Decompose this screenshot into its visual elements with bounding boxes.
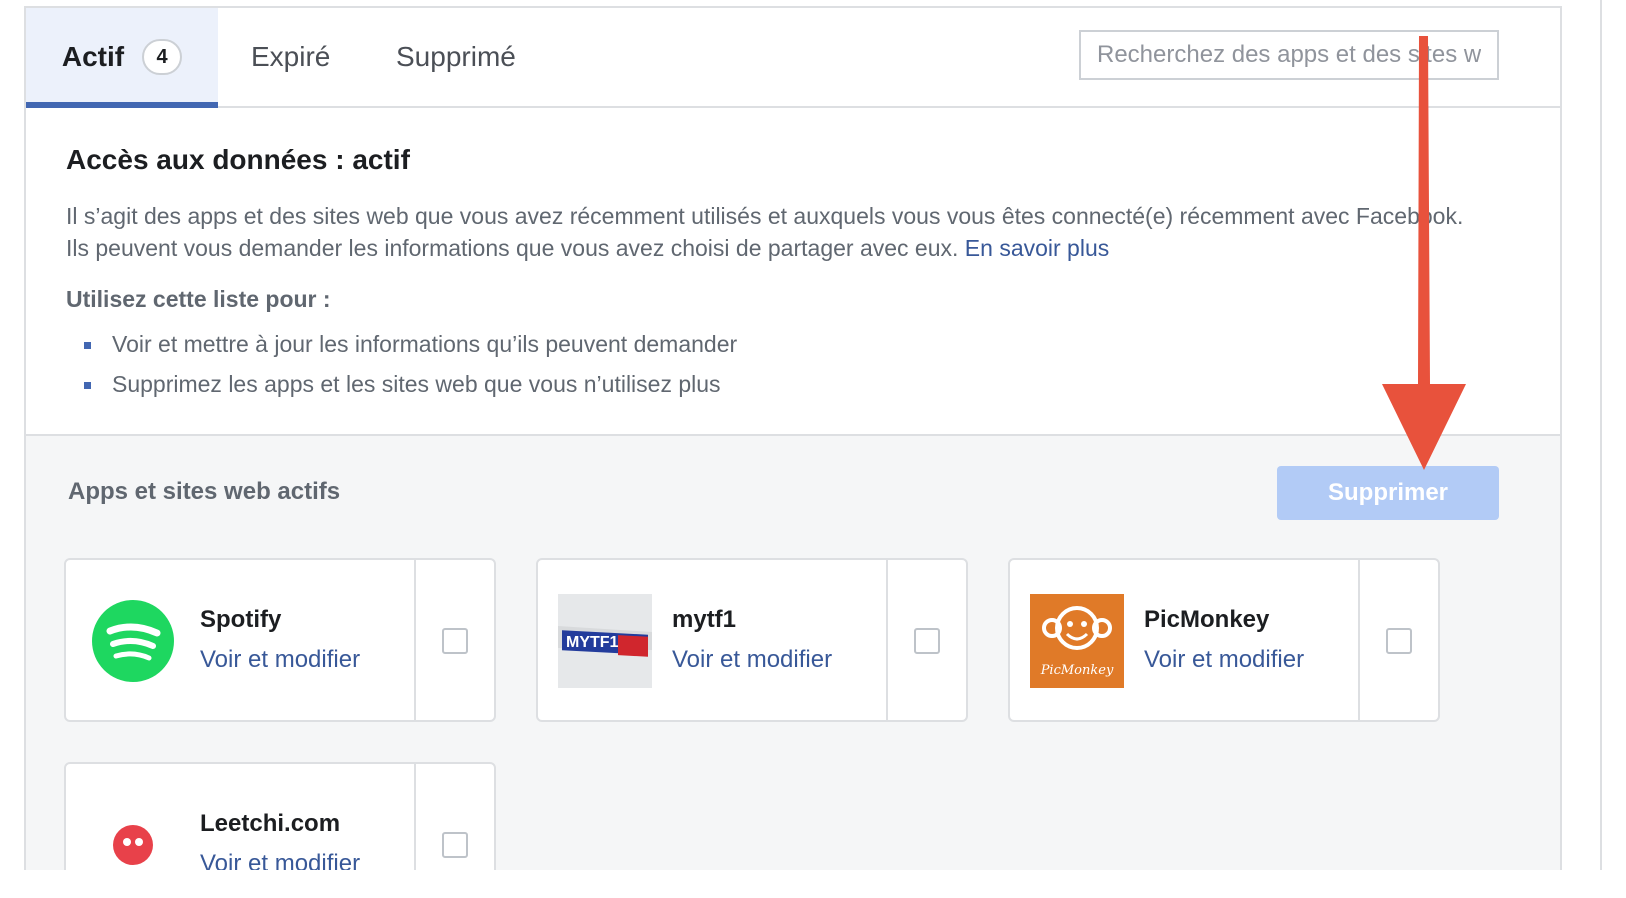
tab-expired[interactable]: Expiré xyxy=(251,8,330,106)
app-checkbox[interactable] xyxy=(442,628,468,654)
active-apps-section: Apps et sites web actifs Supprimer Spoti… xyxy=(26,434,1560,898)
info-description-text: Il s’agit des apps et des sites web que … xyxy=(66,203,1464,261)
tab-active-count-badge: 4 xyxy=(142,39,183,75)
view-edit-link[interactable]: Voir et modifier xyxy=(1144,646,1304,674)
section-title: Apps et sites web actifs xyxy=(68,478,341,505)
spotify-logo-icon xyxy=(92,600,174,682)
info-description: Il s’agit des apps et des sites web que … xyxy=(66,200,1486,264)
info-title: Accès aux données : actif xyxy=(66,144,410,175)
card-divider xyxy=(1358,560,1360,720)
apps-websites-panel: Actif 4 Expiré Supprimé Accès aux donnée… xyxy=(24,6,1562,898)
app-card-spotify: Spotify Voir et modifier xyxy=(64,558,496,722)
learn-more-link[interactable]: En savoir plus xyxy=(965,235,1109,261)
app-name: PicMonkey xyxy=(1144,606,1270,633)
info-subheading: Utilisez cette liste pour : xyxy=(66,286,331,312)
mytf1-logo-text: MYTF1 xyxy=(566,634,619,651)
app-checkbox[interactable] xyxy=(442,832,468,858)
app-checkbox[interactable] xyxy=(1386,628,1412,654)
app-name: mytf1 xyxy=(672,606,737,633)
right-divider xyxy=(1600,0,1602,870)
tab-active[interactable]: Actif 4 xyxy=(26,8,218,108)
info-bullet-list: Voir et mettre à jour les informations q… xyxy=(66,324,737,404)
view-edit-link[interactable]: Voir et modifier xyxy=(200,646,360,674)
picmonkey-logo-icon: PicMonkey xyxy=(1030,594,1124,688)
app-name: Leetchi.com xyxy=(200,810,341,837)
app-name: Spotify xyxy=(200,606,282,633)
app-card-mytf1: MYTF1 mytf1 Voir et modifier xyxy=(536,558,968,722)
tab-deleted[interactable]: Supprimé xyxy=(396,8,516,106)
remove-button[interactable]: Supprimer xyxy=(1277,466,1499,520)
tab-bar: Actif 4 Expiré Supprimé xyxy=(26,8,1560,108)
tab-active-label: Actif xyxy=(61,41,125,72)
card-divider xyxy=(886,560,888,720)
tab-deleted-label: Supprimé xyxy=(396,41,516,72)
info-bullet-item: Voir et mettre à jour les informations q… xyxy=(66,324,737,364)
mytf1-logo-icon: MYTF1 xyxy=(558,594,652,688)
picmonkey-logo-text: PicMonkey xyxy=(1040,663,1114,678)
tab-expired-label: Expiré xyxy=(251,41,331,72)
view-edit-link[interactable]: Voir et modifier xyxy=(672,646,832,674)
search-input[interactable] xyxy=(1079,30,1499,80)
info-bullet-item: Supprimez les apps et les sites web que … xyxy=(66,364,737,404)
card-divider xyxy=(414,560,416,720)
bottom-crop xyxy=(0,870,1626,898)
app-checkbox[interactable] xyxy=(914,628,940,654)
app-card-picmonkey: PicMonkey PicMonkey Voir et modifier xyxy=(1008,558,1440,722)
